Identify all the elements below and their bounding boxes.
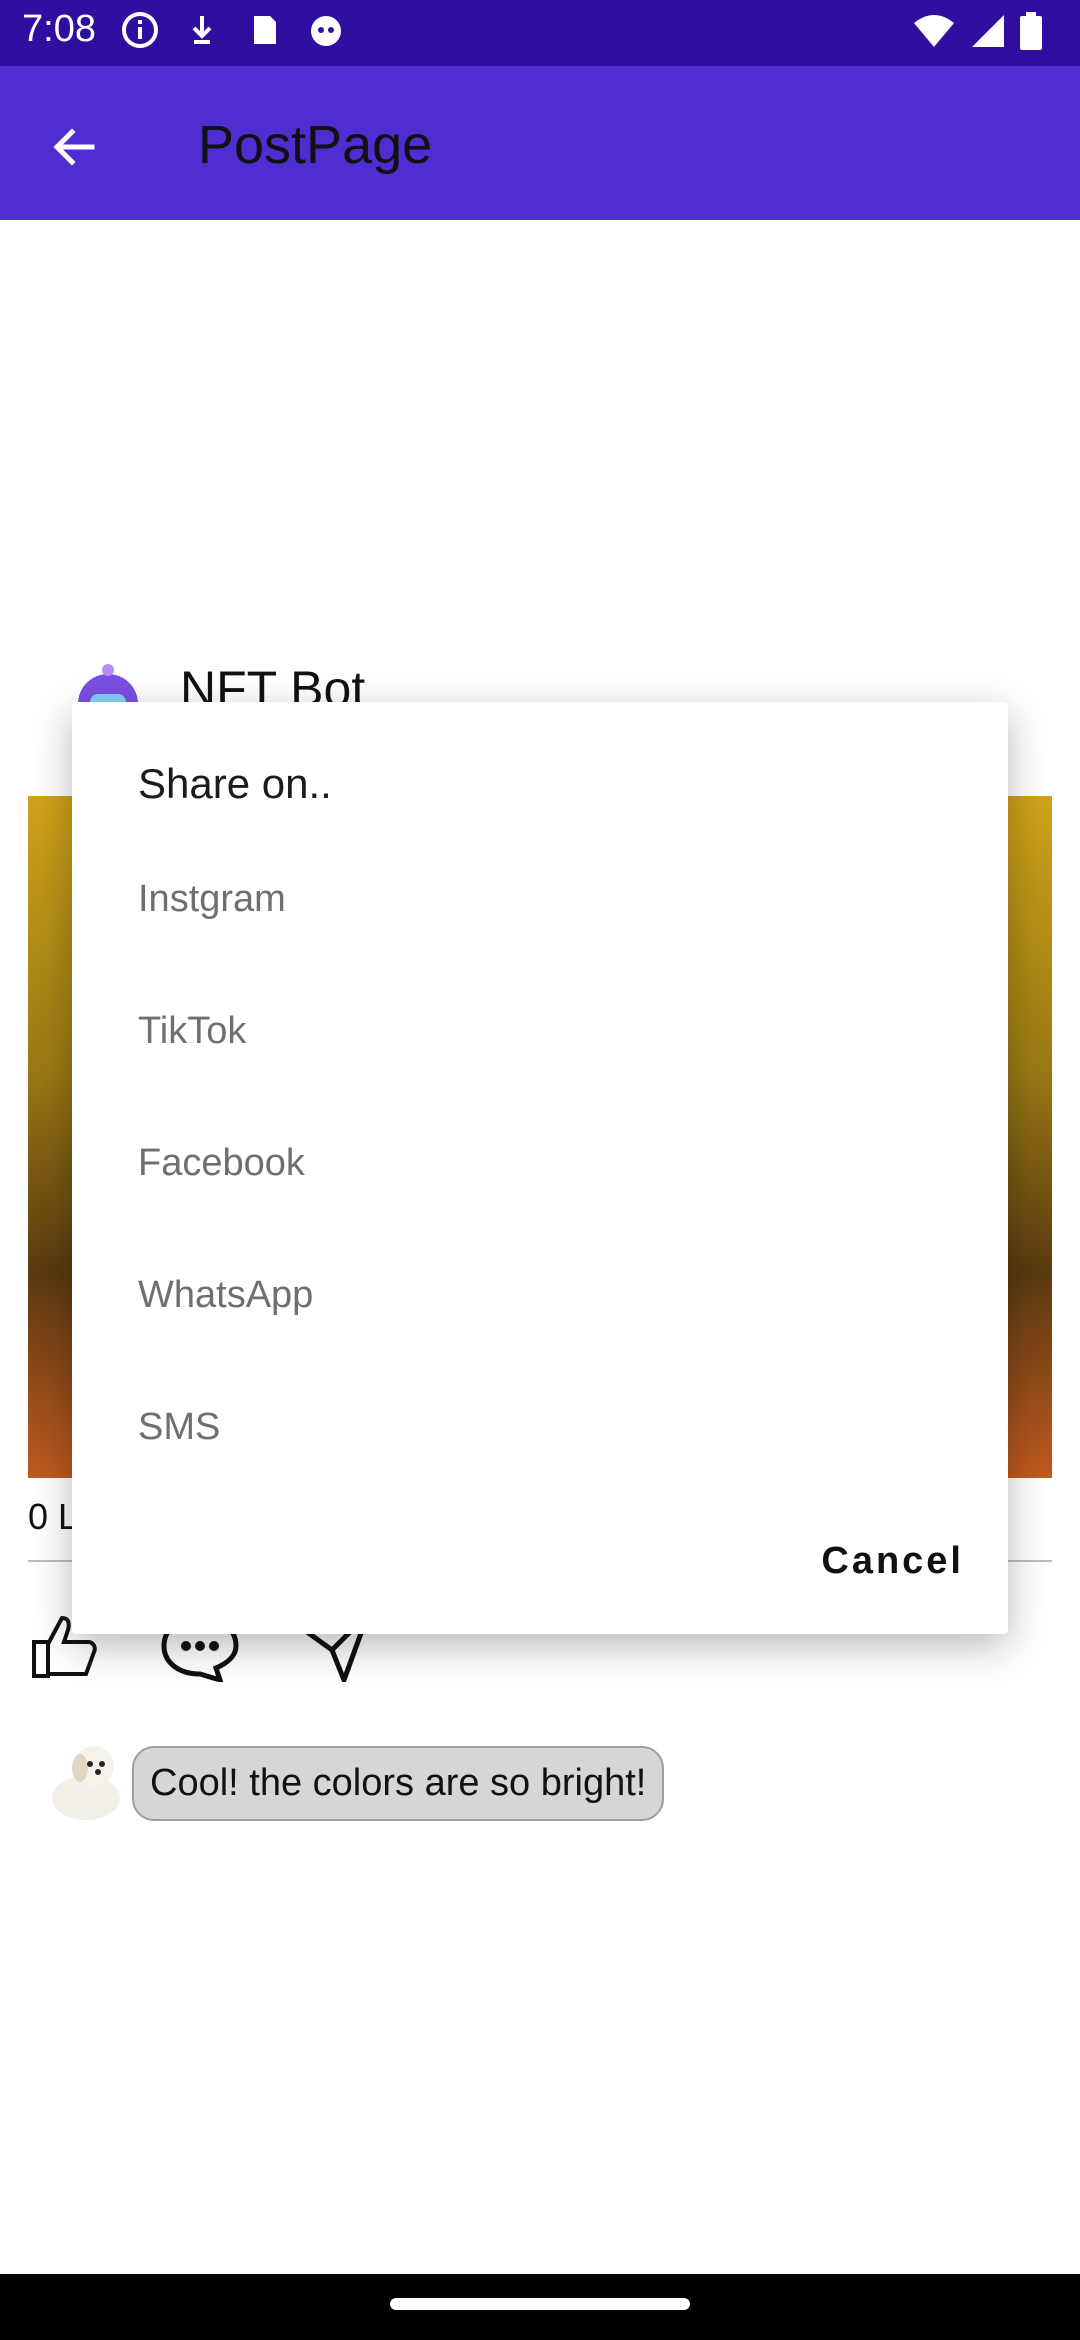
download-icon <box>182 10 222 50</box>
share-option-instagram[interactable]: Instgram <box>138 878 286 921</box>
share-option-sms[interactable]: SMS <box>138 1406 220 1449</box>
page-title: PostPage <box>198 115 433 175</box>
signal-icon <box>970 13 1006 54</box>
share-dialog: Share on.. Instgram TikTok Facebook What… <box>72 702 1008 1634</box>
home-gesture-handle[interactable] <box>390 2298 690 2310</box>
info-icon <box>120 10 160 50</box>
share-option-facebook[interactable]: Facebook <box>138 1142 305 1185</box>
battery-icon <box>1020 12 1042 55</box>
status-time: 7:08 <box>22 8 96 50</box>
wifi-icon <box>912 13 956 54</box>
share-option-whatsapp[interactable]: WhatsApp <box>138 1274 313 1317</box>
dialog-title: Share on.. <box>138 760 332 807</box>
arrow-back-icon <box>53 128 95 166</box>
status-notification-icons <box>120 10 346 50</box>
share-option-tiktok[interactable]: TikTok <box>138 1010 246 1053</box>
back-button[interactable] <box>40 112 110 182</box>
sd-card-icon <box>244 10 284 50</box>
status-bar: 7:08 <box>0 0 1080 66</box>
navigation-bar <box>0 2274 1080 2340</box>
cat-face-icon <box>306 10 346 50</box>
cancel-button[interactable]: Cancel <box>821 1540 964 1583</box>
status-system-icons <box>912 12 1042 55</box>
app-bar: PostPage <box>0 66 1080 220</box>
